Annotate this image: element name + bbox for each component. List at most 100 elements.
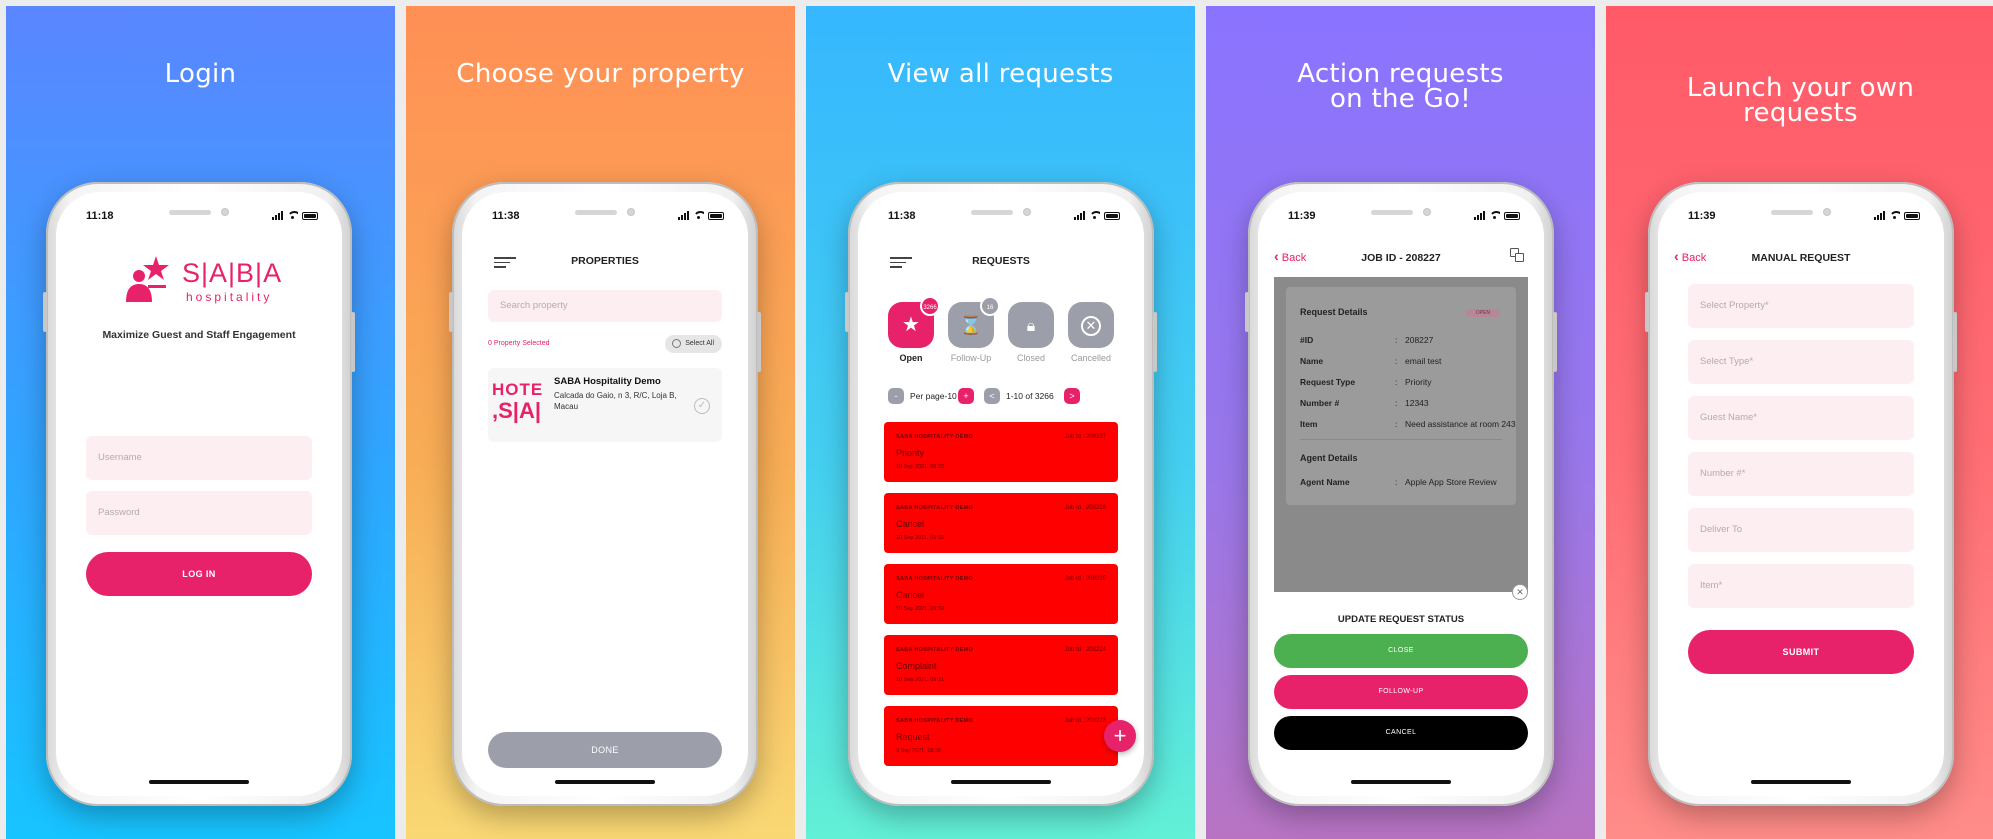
per-page-label: Per page-10 xyxy=(910,391,957,401)
per-page-decrease-button[interactable]: - xyxy=(888,388,904,404)
phone-frame: 11:18 S|A|B|A hospitality Maximize Guest… xyxy=(43,182,355,806)
status-closed-button[interactable]: 🔒︎ xyxy=(1008,302,1054,348)
status-label-cancelled: Cancelled xyxy=(1070,353,1112,363)
close-sheet-icon[interactable]: ✕ xyxy=(1512,584,1528,600)
login-button[interactable]: LOG IN xyxy=(86,552,312,596)
item-field[interactable] xyxy=(1688,564,1914,608)
agent-details-heading: Agent Details xyxy=(1300,453,1358,463)
wifi-icon xyxy=(1889,211,1900,220)
guest-name-field[interactable] xyxy=(1688,396,1914,440)
page-title: MANUAL REQUEST xyxy=(1751,252,1851,264)
panel-login: Login 11:18 S|A|B|A hospitality Maximize… xyxy=(6,6,395,839)
logo: S|A|B|A hospitality xyxy=(122,254,292,312)
check-circle-icon[interactable]: ✓ xyxy=(694,398,710,414)
search-input[interactable] xyxy=(488,290,722,322)
property-address: Calcada do Gaio, n 3, R/C, Loja B, Macau xyxy=(554,391,677,411)
page-title: REQUESTS xyxy=(972,255,1030,267)
page-title: PROPERTIES xyxy=(571,255,639,267)
status-bar: 11:38 xyxy=(462,210,748,228)
status-bar: 11:39 xyxy=(1258,210,1544,228)
battery-icon xyxy=(1904,211,1920,220)
battery-icon xyxy=(1504,211,1520,220)
property-card[interactable]: HOTE ,S|A| SABA Hospitality Demo Calcada… xyxy=(488,368,722,442)
phone-screen: 11:39 ‹ Back JOB ID - 208227 Request Det… xyxy=(1258,192,1544,796)
detail-overlay: Request Details OPEN #ID:208227 Name: ema… xyxy=(1274,277,1528,592)
request-details-heading: Request Details xyxy=(1300,307,1368,317)
status-bar: 11:38 xyxy=(858,210,1144,228)
battery-icon xyxy=(302,211,318,220)
hourglass-icon: ⌛ xyxy=(959,315,983,335)
phone-screen: 11:38 REQUESTS ★ 3266 ⌛ 16 🔒︎ ✕ Open Fol… xyxy=(858,192,1144,796)
home-indicator xyxy=(555,780,655,784)
brand-name: S|A|B|A xyxy=(182,258,283,288)
open-count-badge: 3266 xyxy=(920,296,940,316)
status-tag: OPEN xyxy=(1465,309,1500,317)
translate-icon[interactable] xyxy=(1510,248,1524,262)
number-field[interactable] xyxy=(1688,452,1914,496)
select-all-button[interactable]: Select All xyxy=(665,335,722,353)
followup-count-badge: 16 xyxy=(980,296,1000,316)
panel-action: Action requests on the Go! 11:39 ‹ Back J… xyxy=(1206,6,1595,839)
brand-sub: hospitality xyxy=(186,290,273,304)
select-property-field[interactable] xyxy=(1688,284,1914,328)
property-name: SABA Hospitality Demo xyxy=(554,376,661,387)
clock: 11:18 xyxy=(86,210,114,222)
panel-requests: View all requests 11:38 REQUESTS ★ 3266 … xyxy=(806,6,1195,839)
status-followup-button[interactable]: ⌛ 16 xyxy=(948,296,1000,348)
status-bar: 11:39 xyxy=(1658,210,1944,228)
per-page-increase-button[interactable]: + xyxy=(958,388,974,404)
signal-icon xyxy=(1074,211,1085,220)
clock: 11:38 xyxy=(492,210,520,222)
tagline: Maximize Guest and Staff Engagement xyxy=(102,329,296,341)
wifi-icon xyxy=(1489,211,1500,220)
select-type-field[interactable] xyxy=(1688,340,1914,384)
status-label-open: Open xyxy=(899,353,923,363)
add-request-fab[interactable]: + xyxy=(1104,720,1136,752)
battery-icon xyxy=(708,211,724,220)
status-cancelled-button[interactable]: ✕ xyxy=(1068,302,1114,348)
phone-screen: 11:38 PROPERTIES 0 Property Selected Sel… xyxy=(462,192,748,796)
home-indicator xyxy=(951,780,1051,784)
request-card[interactable]: SABA HOSPITALITY DEMO Job Id : 208228 Can… xyxy=(884,493,1118,553)
headline: Login xyxy=(164,59,237,89)
follow-up-button[interactable]: FOLLOW-UP xyxy=(1274,675,1528,709)
cancel-request-button[interactable]: CANCEL xyxy=(1274,716,1528,750)
page-range: 1-10 of 3266 xyxy=(1006,391,1054,401)
concierge-star-icon xyxy=(126,256,169,302)
panel-properties: Choose your property 11:38 PROPERTIES 0 … xyxy=(406,6,795,839)
phone-frame: 11:38 REQUESTS ★ 3266 ⌛ 16 🔒︎ ✕ Open Fol… xyxy=(845,182,1157,806)
headline: Choose your property xyxy=(456,59,745,89)
headline: Launch your own requests xyxy=(1686,73,1915,128)
request-card[interactable]: SABA HOSPITALITY DEMO Job Id : 208223 Req… xyxy=(884,706,1118,766)
prev-page-button[interactable]: < xyxy=(984,388,1000,404)
submit-button[interactable]: SUBMIT xyxy=(1688,630,1914,674)
clock: 11:39 xyxy=(1288,210,1316,222)
request-card[interactable]: SABA HOSPITALITY DEMO Job Id : 208227 Pri… xyxy=(884,422,1118,482)
password-input[interactable] xyxy=(86,491,312,535)
wifi-icon xyxy=(287,211,298,220)
plus-icon: + xyxy=(1113,723,1127,748)
lock-icon: 🔒︎ xyxy=(1026,318,1036,335)
request-card[interactable]: SABA HOSPITALITY DEMO Job Id : 208225 Can… xyxy=(884,564,1118,624)
page-title: JOB ID - 208227 xyxy=(1361,252,1441,264)
phone-frame: 11:38 PROPERTIES 0 Property Selected Sel… xyxy=(449,182,761,806)
update-status-sheet: ✕ UPDATE REQUEST STATUS CLOSE FOLLOW-UP … xyxy=(1258,584,1544,796)
deliver-to-field[interactable] xyxy=(1688,508,1914,552)
status-open-button[interactable]: ★ 3266 xyxy=(888,296,940,348)
phone-screen: 11:18 S|A|B|A hospitality Maximize Guest… xyxy=(56,192,342,796)
update-status-title: UPDATE REQUEST STATUS xyxy=(1337,614,1465,625)
next-page-button[interactable]: > xyxy=(1064,388,1080,404)
phone-frame: 11:39 ‹ Back JOB ID - 208227 Request Det… xyxy=(1245,182,1557,806)
status-label-closed: Closed xyxy=(1016,353,1045,363)
wifi-icon xyxy=(1089,211,1100,220)
close-request-button[interactable]: CLOSE xyxy=(1274,634,1528,668)
status-label-followup: Follow-Up xyxy=(950,353,992,363)
clock: 11:39 xyxy=(1688,210,1716,222)
home-indicator xyxy=(149,780,249,784)
home-indicator xyxy=(1351,780,1451,784)
request-card[interactable]: SABA HOSPITALITY DEMO Job Id : 208224 Com… xyxy=(884,635,1118,695)
done-button[interactable]: DONE xyxy=(488,732,722,768)
check-circle-icon xyxy=(672,339,682,348)
signal-icon xyxy=(1474,211,1485,220)
username-input[interactable] xyxy=(86,436,312,480)
